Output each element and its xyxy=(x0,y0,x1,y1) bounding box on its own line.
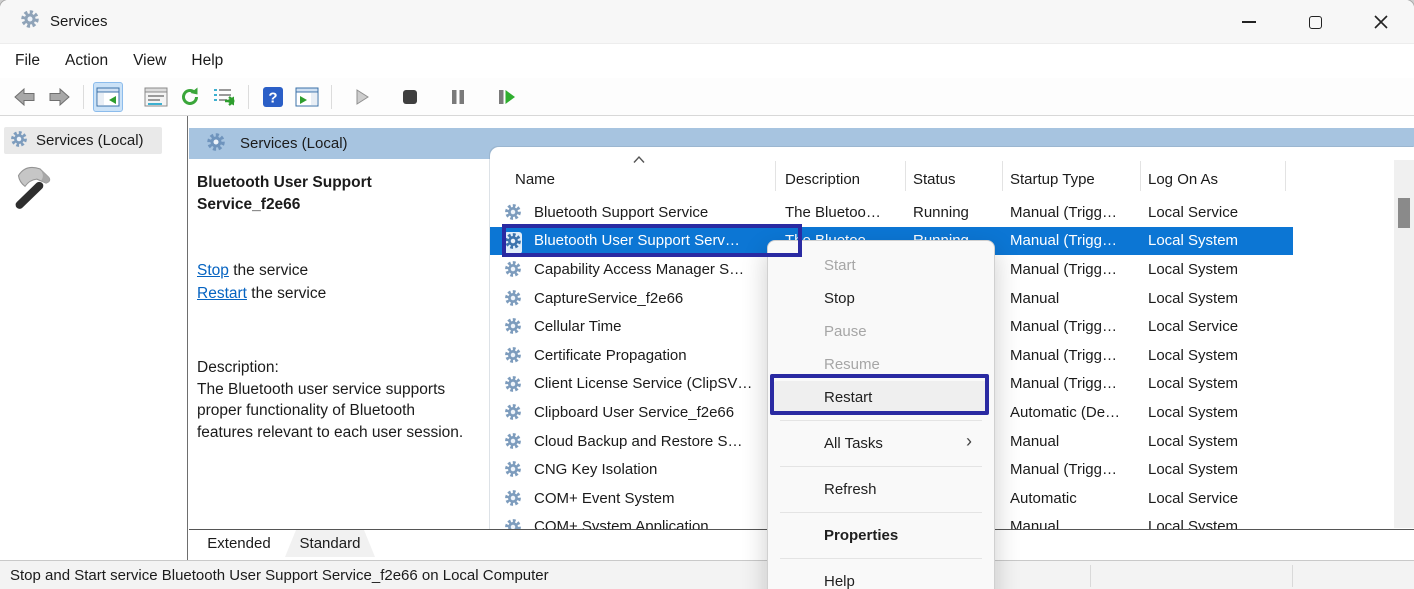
services-node-icon xyxy=(10,130,28,152)
context-menu-help[interactable]: Help xyxy=(768,565,994,589)
column-header-status[interactable]: Status xyxy=(913,171,956,188)
menu-help[interactable]: Help xyxy=(191,52,223,70)
restart-service-line: Restart the service xyxy=(197,282,482,305)
properties-button[interactable] xyxy=(141,82,171,112)
export-list-button[interactable] xyxy=(209,82,239,112)
forward-icon xyxy=(47,86,71,108)
show-action-pane-button[interactable] xyxy=(292,82,322,112)
vertical-scrollbar[interactable] xyxy=(1394,160,1414,528)
services-header-label: Services (Local) xyxy=(240,135,348,152)
restart-service-link[interactable]: Restart xyxy=(197,285,247,302)
console-tree-pane: Services (Local) xyxy=(0,116,188,560)
refresh-icon xyxy=(179,86,201,108)
refresh-button[interactable] xyxy=(175,82,205,112)
menu-separator xyxy=(780,466,982,467)
services-app-icon xyxy=(20,9,40,34)
selected-service-title: Bluetooth User Support Service_f2e66 xyxy=(197,172,482,216)
context-menu-all-tasks[interactable]: All Tasks › xyxy=(768,427,994,460)
context-menu-resume[interactable]: Resume xyxy=(768,348,994,381)
menu-action[interactable]: Action xyxy=(65,52,108,70)
close-icon xyxy=(1374,15,1388,29)
status-text: Stop and Start service Bluetooth User Su… xyxy=(10,567,549,584)
submenu-chevron-icon: › xyxy=(966,431,972,452)
tab-standard[interactable]: Standard xyxy=(285,530,375,557)
forward-button[interactable] xyxy=(44,82,74,112)
service-row[interactable]: Bluetooth Support Service The Bluetoo… R… xyxy=(490,198,1293,227)
titlebar: Services xyxy=(0,0,1414,44)
service-detail-pane: Bluetooth User Support Service_f2e66 Sto… xyxy=(189,159,490,530)
service-gear-icon xyxy=(504,432,522,454)
restart-service-button[interactable] xyxy=(491,82,521,112)
svg-text:?: ? xyxy=(268,89,277,106)
column-headers: Name Description Status Startup Type Log… xyxy=(490,147,1293,198)
pause-icon xyxy=(449,88,467,106)
properties-icon xyxy=(144,87,168,107)
menu-view[interactable]: View xyxy=(133,52,166,70)
service-gear-icon xyxy=(504,289,522,311)
stop-service-line: Stop the service xyxy=(197,259,482,282)
service-gear-icon xyxy=(504,346,522,368)
pause-service-button[interactable] xyxy=(443,82,473,112)
column-header-name[interactable]: Name xyxy=(515,171,555,188)
service-gear-icon xyxy=(504,203,522,225)
context-menu-restart[interactable]: Restart xyxy=(773,381,989,414)
service-gear-icon xyxy=(504,317,522,339)
column-header-startup-type[interactable]: Startup Type xyxy=(1010,171,1095,188)
service-gear-icon xyxy=(504,375,522,397)
close-button[interactable] xyxy=(1348,0,1414,44)
service-context-menu: Start Stop Pause Resume Restart All Task… xyxy=(767,240,995,589)
services-header-icon xyxy=(206,132,226,156)
menu-separator xyxy=(780,558,982,559)
stop-service-button[interactable] xyxy=(395,82,425,112)
back-icon xyxy=(13,86,37,108)
restart-icon xyxy=(496,88,516,106)
help-icon: ? xyxy=(262,86,284,108)
console-tree-icon xyxy=(96,87,120,107)
context-menu-pause[interactable]: Pause xyxy=(768,315,994,348)
tree-item-label: Services (Local) xyxy=(36,132,144,149)
hammer-graphic xyxy=(8,160,54,223)
action-pane-icon xyxy=(295,87,319,107)
maximize-button[interactable] xyxy=(1282,0,1348,44)
start-service-button[interactable] xyxy=(347,82,377,112)
menubar: File Action View Help xyxy=(0,44,1414,78)
menu-separator xyxy=(780,512,982,513)
service-description: Description: The Bluetooth user service … xyxy=(197,357,482,443)
column-header-description[interactable]: Description xyxy=(785,171,860,188)
column-header-log-on-as[interactable]: Log On As xyxy=(1148,171,1218,188)
context-menu-refresh[interactable]: Refresh xyxy=(768,473,994,506)
menu-separator xyxy=(780,420,982,421)
service-gear-icon xyxy=(504,403,522,425)
service-gear-icon xyxy=(504,260,522,282)
tab-extended[interactable]: Extended xyxy=(194,530,284,557)
help-button[interactable]: ? xyxy=(258,82,288,112)
stop-icon xyxy=(401,88,419,106)
show-console-tree-button[interactable] xyxy=(93,82,123,112)
maximize-icon xyxy=(1309,16,1322,29)
service-gear-icon xyxy=(504,232,522,254)
service-gear-icon xyxy=(504,460,522,482)
service-gear-icon xyxy=(504,489,522,511)
export-list-icon xyxy=(212,87,236,107)
context-menu-start[interactable]: Start xyxy=(768,249,994,282)
window-title: Services xyxy=(50,13,108,30)
sort-ascending-icon xyxy=(632,155,646,164)
menu-file[interactable]: File xyxy=(15,52,40,70)
tree-item-services-local[interactable]: Services (Local) xyxy=(4,127,162,154)
services-window: Services File Action View Help xyxy=(0,0,1414,589)
minimize-icon xyxy=(1242,21,1256,23)
statusbar: Stop and Start service Bluetooth User Su… xyxy=(0,560,1414,589)
context-menu-properties[interactable]: Properties xyxy=(768,519,994,552)
play-icon xyxy=(353,88,371,106)
scrollbar-thumb[interactable] xyxy=(1398,198,1410,228)
context-menu-stop[interactable]: Stop xyxy=(768,282,994,315)
back-button[interactable] xyxy=(10,82,40,112)
stop-service-link[interactable]: Stop xyxy=(197,262,229,279)
minimize-button[interactable] xyxy=(1216,0,1282,44)
toolbar: ? xyxy=(0,78,1414,116)
